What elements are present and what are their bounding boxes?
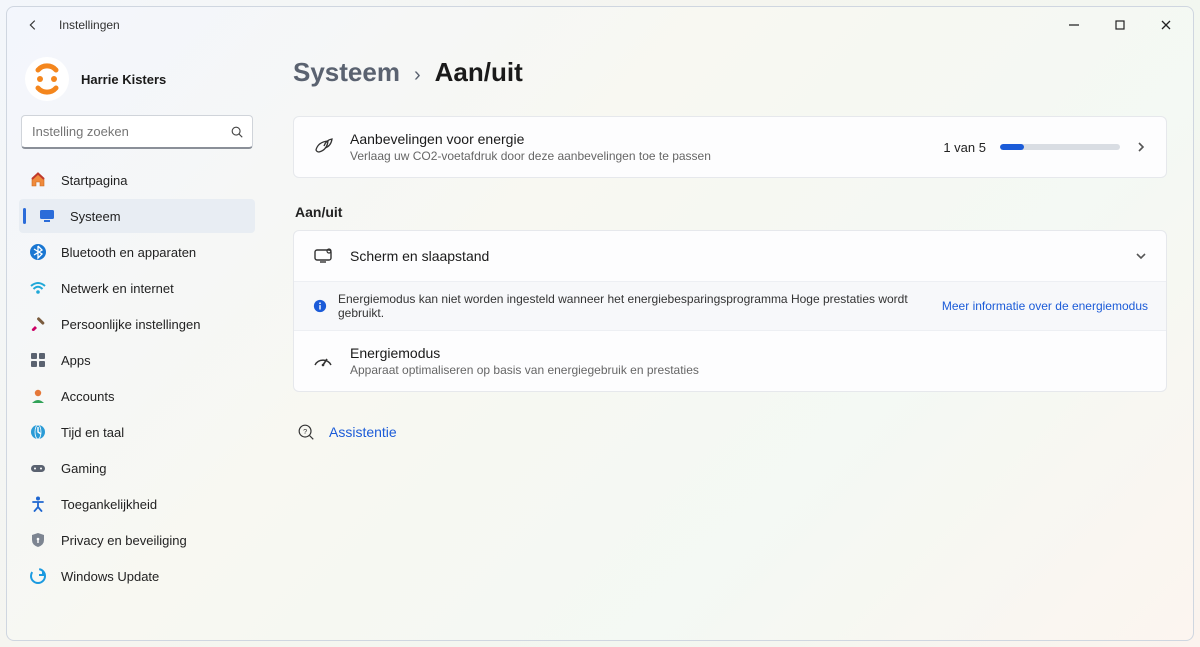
energy-mode-subtitle: Apparaat optimaliseren op basis van ener… [350, 363, 1148, 377]
search-input[interactable] [32, 124, 230, 139]
sidebar-nav: Startpagina Systeem Bluetooth en apparat… [19, 163, 255, 593]
svg-text:?: ? [303, 427, 307, 436]
screen-sleep-expander[interactable]: Scherm en slaapstand [294, 231, 1166, 281]
titlebar: Instellingen [7, 7, 1193, 43]
sidebar-item-accounts[interactable]: Accounts [19, 379, 255, 413]
info-banner-link[interactable]: Meer informatie over de energiemodus [942, 299, 1148, 313]
chevron-down-icon [1134, 249, 1148, 263]
energy-mode-row[interactable]: Energiemodus Apparaat optimaliseren op b… [294, 331, 1166, 391]
sidebar-item-label: Netwerk en internet [61, 281, 174, 296]
search-icon [230, 125, 244, 139]
main-content: Systeem › Aan/uit Aanbevelingen voor ene… [267, 43, 1193, 640]
recommendations-title: Aanbevelingen voor energie [350, 131, 927, 147]
gauge-icon [312, 350, 334, 372]
sidebar-item-gaming[interactable]: Gaming [19, 451, 255, 485]
monitor-icon [38, 207, 56, 225]
home-icon [29, 171, 47, 189]
sidebar-item-label: Gaming [61, 461, 107, 476]
help-link[interactable]: ? Assistentie [293, 418, 1167, 446]
apps-icon [29, 351, 47, 369]
user-block[interactable]: Harrie Kisters [25, 57, 249, 101]
close-button[interactable] [1143, 7, 1189, 43]
sidebar-item-privacy[interactable]: Privacy en beveiliging [19, 523, 255, 557]
screen-sleep-title: Scherm en slaapstand [350, 248, 1118, 264]
sidebar-item-label: Persoonlijke instellingen [61, 317, 200, 332]
section-label: Aan/uit [295, 204, 1167, 220]
sidebar-item-label: Bluetooth en apparaten [61, 245, 196, 260]
info-banner-text: Energiemodus kan niet worden ingesteld w… [338, 292, 932, 320]
sidebar-item-label: Toegankelijkheid [61, 497, 157, 512]
energy-mode-info-banner: Energiemodus kan niet worden ingesteld w… [294, 281, 1166, 331]
bluetooth-icon [29, 243, 47, 261]
recommendations-subtitle: Verlaag uw CO2-voetafdruk door deze aanb… [350, 149, 927, 163]
wifi-icon [29, 279, 47, 297]
sidebar-item-time-language[interactable]: Tijd en taal [19, 415, 255, 449]
gamepad-icon [29, 459, 47, 477]
sidebar-item-label: Windows Update [61, 569, 159, 584]
screen-off-icon [312, 245, 334, 267]
help-link-label: Assistentie [329, 424, 397, 440]
sidebar-item-label: Privacy en beveiliging [61, 533, 187, 548]
search-box[interactable] [21, 115, 253, 149]
brush-icon [29, 315, 47, 333]
sidebar-item-bluetooth[interactable]: Bluetooth en apparaten [19, 235, 255, 269]
sidebar-item-label: Tijd en taal [61, 425, 124, 440]
energy-recommendations-card[interactable]: Aanbevelingen voor energie Verlaag uw CO… [293, 116, 1167, 178]
maximize-button[interactable] [1097, 7, 1143, 43]
settings-window: Instellingen [6, 6, 1194, 641]
recommendations-progress: 1 van 5 [943, 140, 1148, 155]
sidebar-item-network[interactable]: Netwerk en internet [19, 271, 255, 305]
chevron-right-icon [1134, 140, 1148, 154]
search-button[interactable] [230, 125, 244, 139]
progress-bar [1000, 144, 1120, 150]
info-icon [312, 298, 328, 314]
breadcrumb-parent[interactable]: Systeem [293, 57, 400, 88]
chevron-right-icon: › [414, 64, 421, 87]
clock-globe-icon [29, 423, 47, 441]
sidebar-item-system[interactable]: Systeem [19, 199, 255, 233]
breadcrumb-current: Aan/uit [435, 57, 523, 88]
sidebar-item-label: Systeem [70, 209, 121, 224]
sidebar-item-accessibility[interactable]: Toegankelijkheid [19, 487, 255, 521]
body: Harrie Kisters Startpagina [7, 43, 1193, 640]
user-name: Harrie Kisters [81, 72, 166, 87]
leaf-icon [312, 136, 334, 158]
window-controls [1051, 7, 1189, 43]
window-title: Instellingen [59, 18, 120, 32]
accessibility-icon [29, 495, 47, 513]
person-icon [29, 387, 47, 405]
power-group: Scherm en slaapstand Energiemodus kan ni… [293, 230, 1167, 392]
minimize-icon [1068, 19, 1080, 31]
sidebar-item-home[interactable]: Startpagina [19, 163, 255, 197]
help-icon: ? [295, 422, 317, 442]
sidebar-item-personalization[interactable]: Persoonlijke instellingen [19, 307, 255, 341]
back-button[interactable] [21, 18, 45, 32]
minimize-button[interactable] [1051, 7, 1097, 43]
sidebar-item-label: Startpagina [61, 173, 128, 188]
avatar-icon [27, 59, 67, 99]
sidebar-item-label: Apps [61, 353, 91, 368]
progress-fill [1000, 144, 1024, 150]
shield-icon [29, 531, 47, 549]
sidebar-item-label: Accounts [61, 389, 114, 404]
energy-mode-title: Energiemodus [350, 345, 1148, 361]
close-icon [1160, 19, 1172, 31]
sidebar-item-apps[interactable]: Apps [19, 343, 255, 377]
maximize-icon [1114, 19, 1126, 31]
breadcrumb: Systeem › Aan/uit [293, 57, 1167, 88]
update-icon [29, 567, 47, 585]
arrow-left-icon [26, 18, 40, 32]
sidebar-item-update[interactable]: Windows Update [19, 559, 255, 593]
sidebar: Harrie Kisters Startpagina [7, 43, 267, 640]
avatar [25, 57, 69, 101]
recommendations-count: 1 van 5 [943, 140, 986, 155]
